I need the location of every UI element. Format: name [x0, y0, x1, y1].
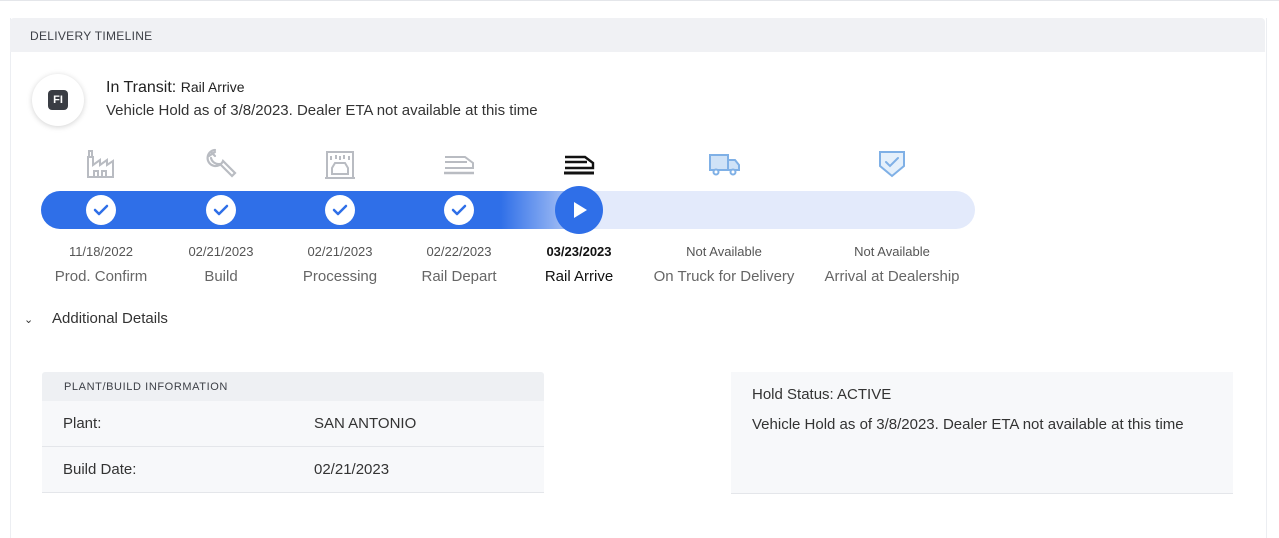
row-value: 02/21/2023	[314, 461, 389, 478]
status-value: Rail Arrive	[181, 79, 245, 95]
step-complete-check	[444, 195, 474, 225]
additional-details-toggle[interactable]: ⌄ Additional Details	[24, 310, 168, 327]
table-row: Build Date: 02/21/2023	[42, 447, 544, 493]
step-date: Not Available	[807, 244, 977, 259]
hold-status-message: Vehicle Hold as of 3/8/2023. Dealer ETA …	[752, 416, 1184, 433]
step-complete-check	[86, 195, 116, 225]
additional-details-label: Additional Details	[52, 310, 168, 327]
check-icon	[325, 195, 355, 225]
status-message: Vehicle Hold as of 3/8/2023. Dealer ETA …	[106, 102, 538, 119]
row-key: Build Date:	[63, 461, 136, 478]
car-wash-icon	[322, 146, 358, 182]
row-key: Plant:	[63, 415, 101, 432]
shield-check-icon	[874, 146, 910, 182]
step-date: Not Available	[639, 244, 809, 259]
panel-title: DELIVERY TIMELINE	[30, 29, 152, 43]
check-icon	[444, 195, 474, 225]
plant-card-header: PLANT/BUILD INFORMATION	[42, 372, 544, 401]
status-prefix: In Transit:	[106, 79, 176, 96]
hold-status-card: Hold Status: ACTIVE Vehicle Hold as of 3…	[731, 372, 1233, 494]
table-row: Plant: SAN ANTONIO	[42, 401, 544, 447]
progress-fill	[41, 191, 601, 229]
top-divider	[0, 0, 1279, 1]
current-step-marker	[555, 186, 603, 234]
panel-header: DELIVERY TIMELINE	[10, 18, 1265, 52]
status-heading: In Transit: Rail Arrive	[106, 79, 245, 97]
truck-icon	[706, 146, 742, 182]
status-badge-label: FI	[48, 90, 68, 110]
plant-build-card: PLANT/BUILD INFORMATION Plant: SAN ANTON…	[42, 372, 544, 493]
row-value: SAN ANTONIO	[314, 415, 416, 432]
status-badge: FI	[32, 74, 84, 126]
check-icon	[86, 195, 116, 225]
step-label: On Truck for Delivery	[639, 268, 809, 285]
progress-track	[41, 191, 975, 229]
factory-icon	[83, 146, 119, 182]
step-complete-check	[206, 195, 236, 225]
chevron-down-icon: ⌄	[24, 313, 34, 326]
step-complete-check	[325, 195, 355, 225]
check-icon	[206, 195, 236, 225]
step-label: Arrival at Dealership	[807, 268, 977, 285]
wrench-icon	[203, 146, 239, 182]
rail-arrive-icon	[561, 146, 597, 182]
hold-status-title: Hold Status: ACTIVE	[752, 386, 891, 403]
plant-card-title: PLANT/BUILD INFORMATION	[64, 381, 228, 393]
play-icon	[555, 186, 603, 234]
rail-depart-icon	[441, 146, 477, 182]
